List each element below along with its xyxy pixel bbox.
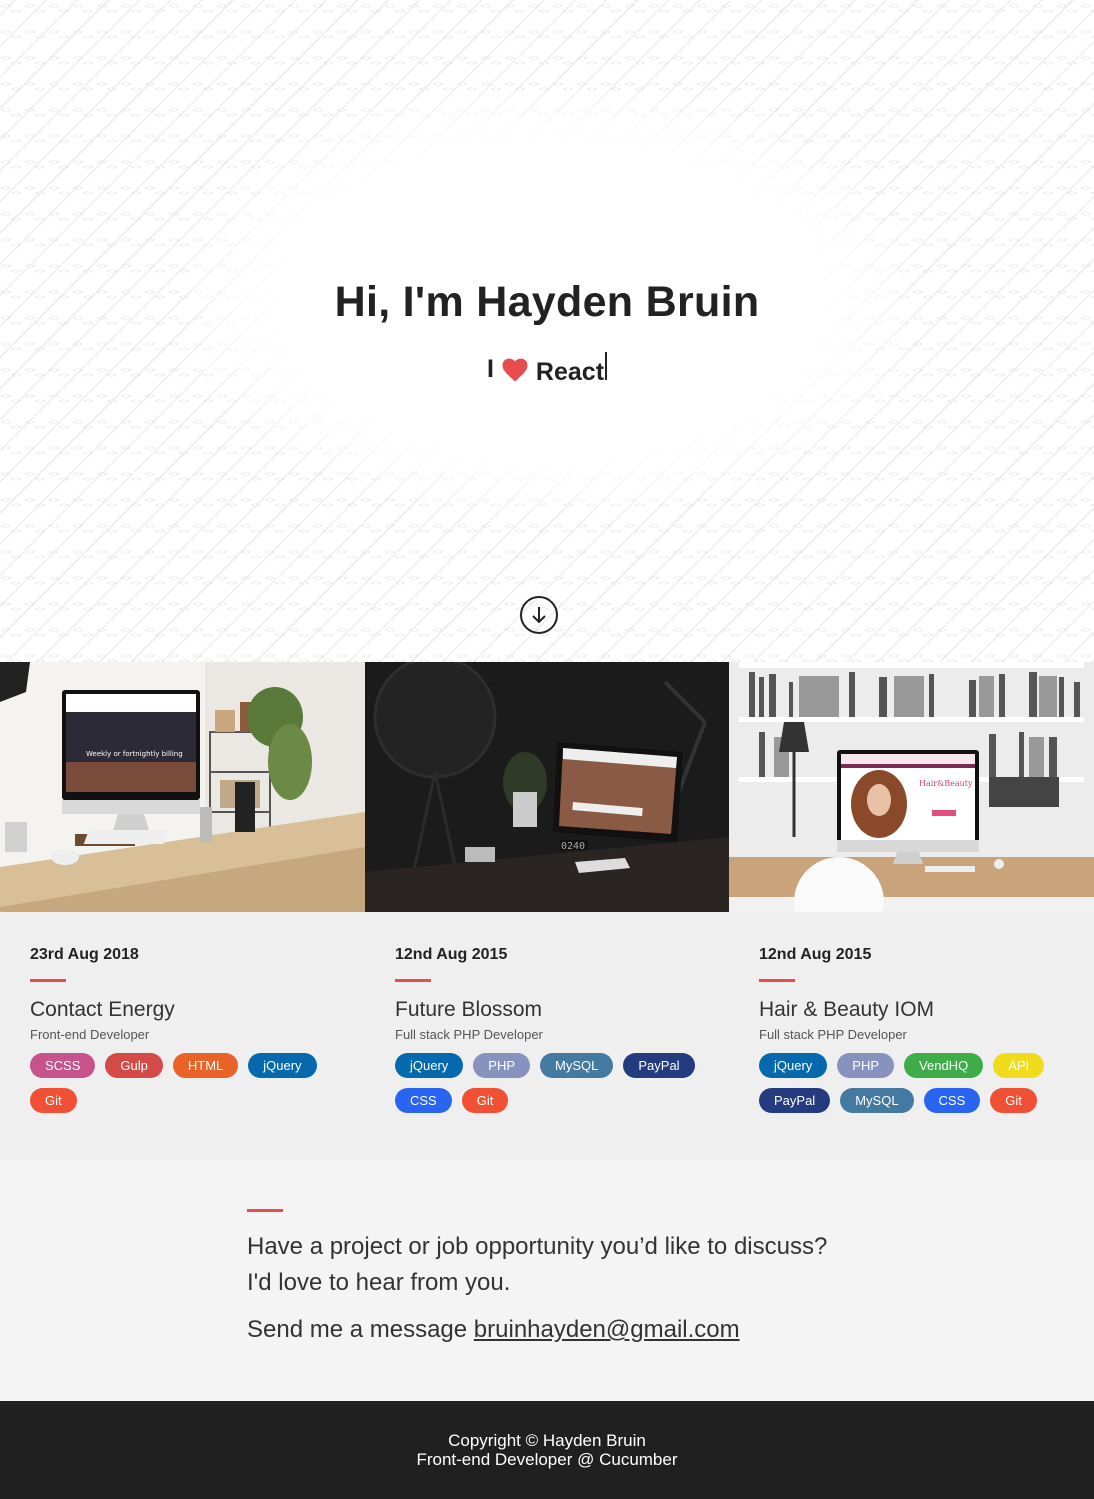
- footer-role-text: Front-end Developer @ Cucumber: [416, 1450, 678, 1469]
- accent-divider: [30, 979, 66, 982]
- project-title[interactable]: Contact Energy: [30, 998, 335, 1022]
- tech-tag[interactable]: CSS: [923, 1088, 981, 1113]
- project-image-contact-energy[interactable]: Weekly or fortnightly billing: [0, 662, 365, 912]
- tech-tag[interactable]: jQuery: [759, 1053, 828, 1078]
- project-role: Full stack PHP Developer: [395, 1027, 543, 1042]
- tech-tag[interactable]: Gulp: [105, 1053, 163, 1078]
- project-image-future-blossom[interactable]: 0240: [365, 662, 729, 912]
- project-card[interactable]: Hair&Beauty 12nd Aug 2015 Hair & Beauty …: [729, 662, 1094, 1159]
- tech-tag[interactable]: API: [993, 1053, 1045, 1078]
- heart-icon: [502, 358, 528, 381]
- project-body: 12nd Aug 2015 Hair & Beauty IOM Full sta…: [729, 912, 1094, 1113]
- tech-tag[interactable]: PayPal: [623, 1053, 695, 1078]
- project-date: 23rd Aug 2018: [30, 946, 139, 963]
- hero-title: Hi, I'm Hayden Bruin: [334, 278, 760, 326]
- project-date: 12nd Aug 2015: [759, 946, 872, 963]
- project-role: Full stack PHP Developer: [759, 1027, 907, 1042]
- project-title[interactable]: Future Blossom: [395, 998, 699, 1022]
- email-link[interactable]: bruinhayden@gmail.com: [474, 1316, 740, 1343]
- contact-message-prefix: Send me a message: [247, 1316, 468, 1343]
- project-image-hair-beauty[interactable]: Hair&Beauty: [729, 662, 1094, 912]
- tech-tag[interactable]: Git: [30, 1088, 77, 1113]
- tech-tag[interactable]: PHP: [837, 1053, 895, 1078]
- project-card[interactable]: Weekly or fortnightly billing 23rd Aug 2…: [0, 662, 365, 1159]
- hero-sub-prefix: I: [486, 355, 494, 383]
- typing-cursor: [605, 352, 608, 380]
- screen-text: Hair&Beauty: [919, 779, 973, 788]
- typed-word: React: [535, 358, 605, 386]
- arrow-down-icon: [532, 607, 546, 624]
- accent-divider: [395, 979, 431, 982]
- contact-section: Have a project or job opportunity you’d …: [0, 1159, 1094, 1401]
- scroll-down-button[interactable]: [520, 596, 558, 634]
- tech-tag[interactable]: jQuery: [395, 1053, 464, 1078]
- hero-section: Hi, I'm Hayden Bruin I React: [0, 0, 1094, 662]
- project-date: 12nd Aug 2015: [395, 946, 508, 963]
- contact-text: Have a project or job opportunity you’d …: [247, 1233, 828, 1296]
- project-card[interactable]: 0240 12nd Aug 2015 Future Blossom Full s…: [365, 662, 729, 1159]
- tech-tag[interactable]: HTML: [172, 1053, 239, 1078]
- tech-tag[interactable]: MySQL: [840, 1088, 914, 1113]
- tech-tag[interactable]: PayPal: [759, 1088, 831, 1113]
- tech-tag[interactable]: CSS: [395, 1088, 452, 1113]
- tag-list: jQuery PHP MySQL PayPal CSS Git: [395, 1053, 695, 1113]
- screen-text: Weekly or fortnightly billing: [86, 750, 183, 758]
- project-role: Front-end Developer: [30, 1027, 150, 1042]
- accent-divider: [759, 979, 795, 982]
- project-body: 23rd Aug 2018 Contact Energy Front-end D…: [0, 912, 365, 1113]
- footer: Copyright © Hayden Bruin Front-end Devel…: [0, 1401, 1094, 1499]
- tech-tag[interactable]: SCSS: [30, 1053, 96, 1078]
- contact-message: Send me a message bruinhayden@gmail.com: [247, 1316, 740, 1344]
- clock-text: 0240: [561, 841, 585, 852]
- tag-list: SCSS Gulp HTML jQuery Git: [30, 1053, 330, 1113]
- hero-subtitle: I React: [0, 352, 1094, 387]
- tag-list: jQuery PHP VendHQ API PayPal MySQL CSS Git: [759, 1053, 1059, 1113]
- hero-sub-word: React: [535, 352, 608, 387]
- projects-section: Weekly or fortnightly billing 23rd Aug 2…: [0, 662, 1094, 1159]
- tech-tag[interactable]: Git: [990, 1088, 1037, 1113]
- project-body: 12nd Aug 2015 Future Blossom Full stack …: [365, 912, 729, 1113]
- tech-tag[interactable]: VendHQ: [904, 1053, 984, 1078]
- accent-divider: [247, 1209, 283, 1212]
- project-title[interactable]: Hair & Beauty IOM: [759, 998, 1064, 1022]
- tech-tag[interactable]: MySQL: [540, 1053, 614, 1078]
- tech-tag[interactable]: jQuery: [248, 1053, 317, 1078]
- tech-tag[interactable]: Git: [461, 1088, 509, 1113]
- tech-tag[interactable]: PHP: [473, 1053, 531, 1078]
- copyright-text: Copyright © Hayden Bruin: [448, 1431, 646, 1450]
